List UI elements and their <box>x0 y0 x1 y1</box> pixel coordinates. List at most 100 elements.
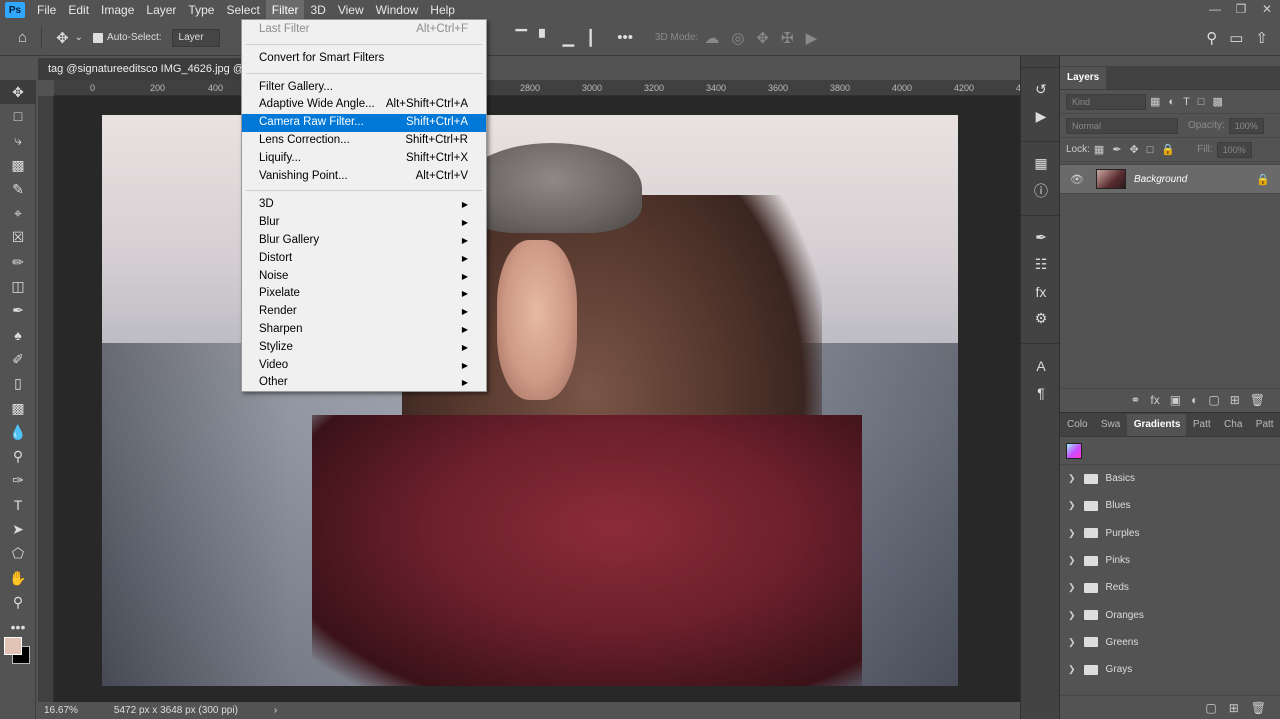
color-swatches[interactable] <box>4 637 32 665</box>
tab-channels[interactable]: Cha <box>1217 414 1249 436</box>
link-layers-icon[interactable]: ⚭ <box>1130 393 1140 407</box>
new-group-icon[interactable]: ▢ <box>1208 393 1219 407</box>
tool-preset-chevron-icon[interactable]: ⌄ <box>75 32 83 43</box>
document-tab[interactable]: tag @signatureeditsco IMG_4626.jpg @ <box>38 58 248 80</box>
lock-artboard-icon[interactable]: □ <box>1147 144 1154 156</box>
move-tool-icon[interactable]: ✥ <box>56 29 69 47</box>
tab-swatches[interactable]: Swa <box>1094 414 1127 436</box>
filter-adjustment-icon[interactable]: ◐ <box>1168 96 1175 108</box>
foreground-color-swatch[interactable] <box>4 637 22 655</box>
orbit-3d-icon[interactable]: ☁ <box>704 29 719 47</box>
gradient-folder[interactable]: ❯ Purples <box>1060 520 1280 547</box>
filter-menu-item-convert-for-smart-filters[interactable]: Convert for Smart Filters <box>242 50 486 68</box>
gradient-swatch[interactable] <box>1066 442 1082 459</box>
chevron-right-icon[interactable]: ❯ <box>1068 473 1076 484</box>
filter-menu-item-blur-gallery[interactable]: Blur Gallery ▶ <box>242 232 486 250</box>
gradient-folder[interactable]: ❯ Reds <box>1060 574 1280 601</box>
adjustments-icon[interactable]: ☷ <box>1021 251 1061 278</box>
gradient-tool-icon[interactable]: ▩ <box>0 396 36 420</box>
menu-window[interactable]: Window <box>370 0 425 20</box>
gradient-folder[interactable]: ❯ Pinks <box>1060 547 1280 574</box>
chevron-right-icon[interactable]: ❯ <box>1068 582 1076 593</box>
auto-select-checkbox[interactable] <box>93 32 104 43</box>
tab-gradients[interactable]: Gradients <box>1126 414 1186 436</box>
tab-color[interactable]: Colo <box>1060 414 1094 436</box>
menu-select[interactable]: Select <box>220 0 265 20</box>
visibility-eye-icon[interactable]: 👁 <box>1070 173 1084 186</box>
paragraph-icon[interactable]: ¶ <box>1021 379 1061 406</box>
filter-menu-item-adaptive-wide-angle[interactable]: Adaptive Wide Angle... Alt+Shift+Ctrl+A <box>242 96 486 114</box>
new-adjustment-icon[interactable]: ◐ <box>1191 393 1198 407</box>
chevron-right-icon[interactable]: ❯ <box>1068 637 1076 648</box>
document-photo[interactable] <box>102 115 958 686</box>
restore-icon[interactable]: ❐ <box>1228 0 1254 20</box>
filter-menu-item-noise[interactable]: Noise ▶ <box>242 268 486 286</box>
gradient-folder[interactable]: ❯ Greens <box>1060 629 1280 656</box>
lock-transparent-icon[interactable]: ▦ <box>1094 143 1104 156</box>
frame-tool-icon[interactable]: ☒ <box>0 226 36 250</box>
filter-menu-item-sharpen[interactable]: Sharpen ▶ <box>242 321 486 339</box>
filter-menu-item-stylize[interactable]: Stylize ▶ <box>242 339 486 357</box>
chevron-right-icon[interactable]: ❯ <box>1068 664 1076 675</box>
menu-image[interactable]: Image <box>95 0 140 20</box>
menu-layer[interactable]: Layer <box>140 0 182 20</box>
roll-3d-icon[interactable]: ◎ <box>731 29 744 47</box>
lock-all-icon[interactable]: 🔒 <box>1161 143 1175 156</box>
eyedropper-tool-icon[interactable]: ✏ <box>0 250 36 274</box>
gradient-folder[interactable]: ❯ Basics <box>1060 465 1280 492</box>
delete-layer-icon[interactable]: 🗑 <box>1250 393 1265 407</box>
dodge-tool-icon[interactable]: ⚲ <box>0 444 36 468</box>
distribute-icon[interactable]: ┃ <box>586 29 595 47</box>
lock-image-icon[interactable]: ✒ <box>1112 143 1121 156</box>
fill-field[interactable]: 100% <box>1216 141 1252 158</box>
filter-type-icon[interactable]: T <box>1183 96 1190 108</box>
home-icon[interactable]: ⌂ <box>18 29 27 46</box>
brush-settings-icon[interactable]: ✒ <box>1021 224 1061 251</box>
character-icon[interactable]: A <box>1021 352 1061 379</box>
menu-edit[interactable]: Edit <box>62 0 95 20</box>
object-selection-tool-icon[interactable]: ▩ <box>0 153 36 177</box>
crop-tool-icon[interactable]: ⌖ <box>0 201 36 225</box>
filter-smart-object-icon[interactable]: ▩ <box>1212 95 1222 108</box>
gradient-folder[interactable]: ❯ Oranges <box>1060 601 1280 628</box>
chevron-right-icon[interactable]: ❯ <box>1068 555 1076 566</box>
filter-menu-item-liquify[interactable]: Liquify... Shift+Ctrl+X <box>242 150 486 168</box>
filter-menu-item-other[interactable]: Other ▶ <box>242 374 486 392</box>
history-brush-tool-icon[interactable]: ✐ <box>0 347 36 371</box>
filter-menu-item-render[interactable]: Render ▶ <box>242 303 486 321</box>
add-style-fx-icon[interactable]: fx <box>1150 393 1159 407</box>
status-chevron-icon[interactable]: › <box>274 705 277 716</box>
shape-tool-icon[interactable]: ⬠ <box>0 542 36 566</box>
lock-position-icon[interactable]: ✥ <box>1130 143 1139 156</box>
gradient-folder[interactable]: ❯ Grays <box>1060 656 1280 683</box>
quick-selection-tool-icon[interactable]: ✎ <box>0 177 36 201</box>
hand-tool-icon[interactable]: ✋ <box>0 566 36 590</box>
filter-pixel-icon[interactable]: ▦ <box>1150 95 1160 108</box>
new-group-icon[interactable]: ▢ <box>1205 701 1216 715</box>
path-selection-tool-icon[interactable]: ➤ <box>0 517 36 541</box>
menu-type[interactable]: Type <box>182 0 220 20</box>
menu-3d[interactable]: 3D <box>304 0 331 20</box>
edit-toolbar-icon[interactable]: ••• <box>0 615 36 639</box>
align-bottom-icon[interactable]: ▁ <box>563 29 575 47</box>
brush-tool-icon[interactable]: ✒ <box>0 299 36 323</box>
menu-filter[interactable]: Filter <box>265 0 305 20</box>
filter-menu-item-lens-correction[interactable]: Lens Correction... Shift+Ctrl+R <box>242 132 486 150</box>
zoom-level[interactable]: 16.67% <box>44 705 78 716</box>
filter-menu-item-3d[interactable]: 3D ▶ <box>242 196 486 214</box>
filter-shape-icon[interactable]: □ <box>1198 96 1205 108</box>
chevron-right-icon[interactable]: ❯ <box>1068 528 1076 539</box>
menu-help[interactable]: Help <box>424 0 461 20</box>
opacity-field[interactable]: 100% <box>1228 117 1264 134</box>
properties-icon[interactable]: ⚙ <box>1021 305 1061 332</box>
history-icon[interactable]: ↺ <box>1021 76 1061 103</box>
align-top-icon[interactable]: ▔ <box>516 29 528 47</box>
info-icon[interactable]: ⓘ <box>1021 177 1061 204</box>
new-layer-icon[interactable]: ⊞ <box>1230 393 1240 407</box>
workspace-icon[interactable]: ▭ <box>1229 29 1243 47</box>
marquee-tool-icon[interactable]: □ <box>0 104 36 128</box>
filter-menu-item-video[interactable]: Video ▶ <box>242 357 486 375</box>
minimize-icon[interactable]: — <box>1202 0 1228 20</box>
new-gradient-icon[interactable]: ⊞ <box>1229 701 1239 715</box>
layer-kind-filter[interactable]: Kind <box>1066 93 1146 110</box>
